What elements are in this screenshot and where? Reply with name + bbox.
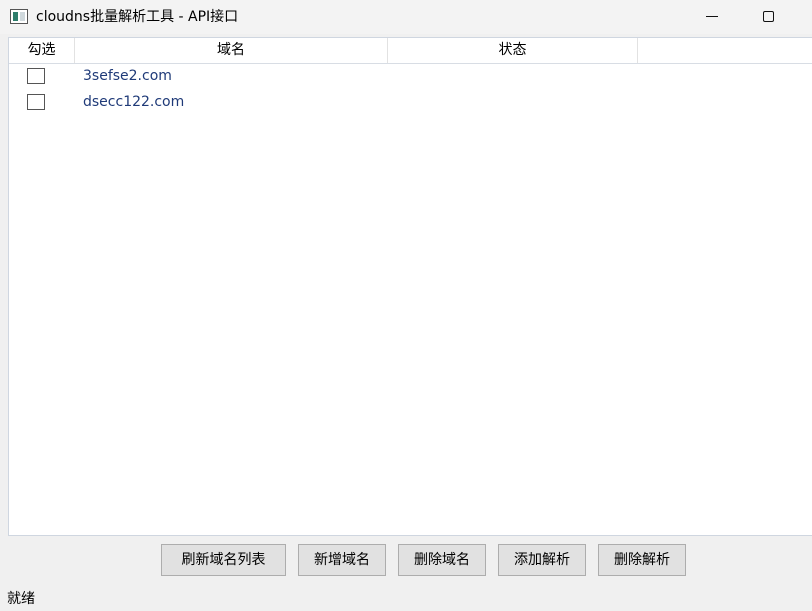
maximize-button[interactable] [740,0,800,34]
table-header: 勾选 域名 状态 [9,38,812,64]
row-checkbox[interactable] [27,94,45,110]
domain-cell: 3sefse2.com [83,68,172,84]
column-header-select[interactable]: 勾选 [9,38,75,63]
table-row[interactable]: 3sefse2.com [9,64,812,90]
maximize-icon [763,11,774,22]
domain-table[interactable]: 勾选 域名 状态 3sefse2.com dsecc122.com [8,37,812,536]
minimize-icon [706,16,718,17]
status-bar-text: 就绪 [7,591,35,607]
delete-record-button[interactable]: 删除解析 [598,544,686,576]
row-checkbox[interactable] [27,68,45,84]
app-window: cloudns批量解析工具 - API接口 勾选 域名 状态 3sefse2.c… [0,0,812,611]
app-icon [10,9,28,24]
add-record-button[interactable]: 添加解析 [498,544,586,576]
column-header-domain[interactable]: 域名 [75,38,388,63]
window-title: cloudns批量解析工具 - API接口 [36,9,239,25]
column-header-status[interactable]: 状态 [388,38,638,63]
refresh-domain-list-button[interactable]: 刷新域名列表 [161,544,286,576]
add-domain-button[interactable]: 新增域名 [298,544,386,576]
minimize-button[interactable] [682,0,742,34]
domain-cell: dsecc122.com [83,94,185,110]
title-bar[interactable]: cloudns批量解析工具 - API接口 [0,0,812,34]
delete-domain-button[interactable]: 删除域名 [398,544,486,576]
column-header-empty[interactable] [638,38,812,63]
table-row[interactable]: dsecc122.com [9,90,812,116]
